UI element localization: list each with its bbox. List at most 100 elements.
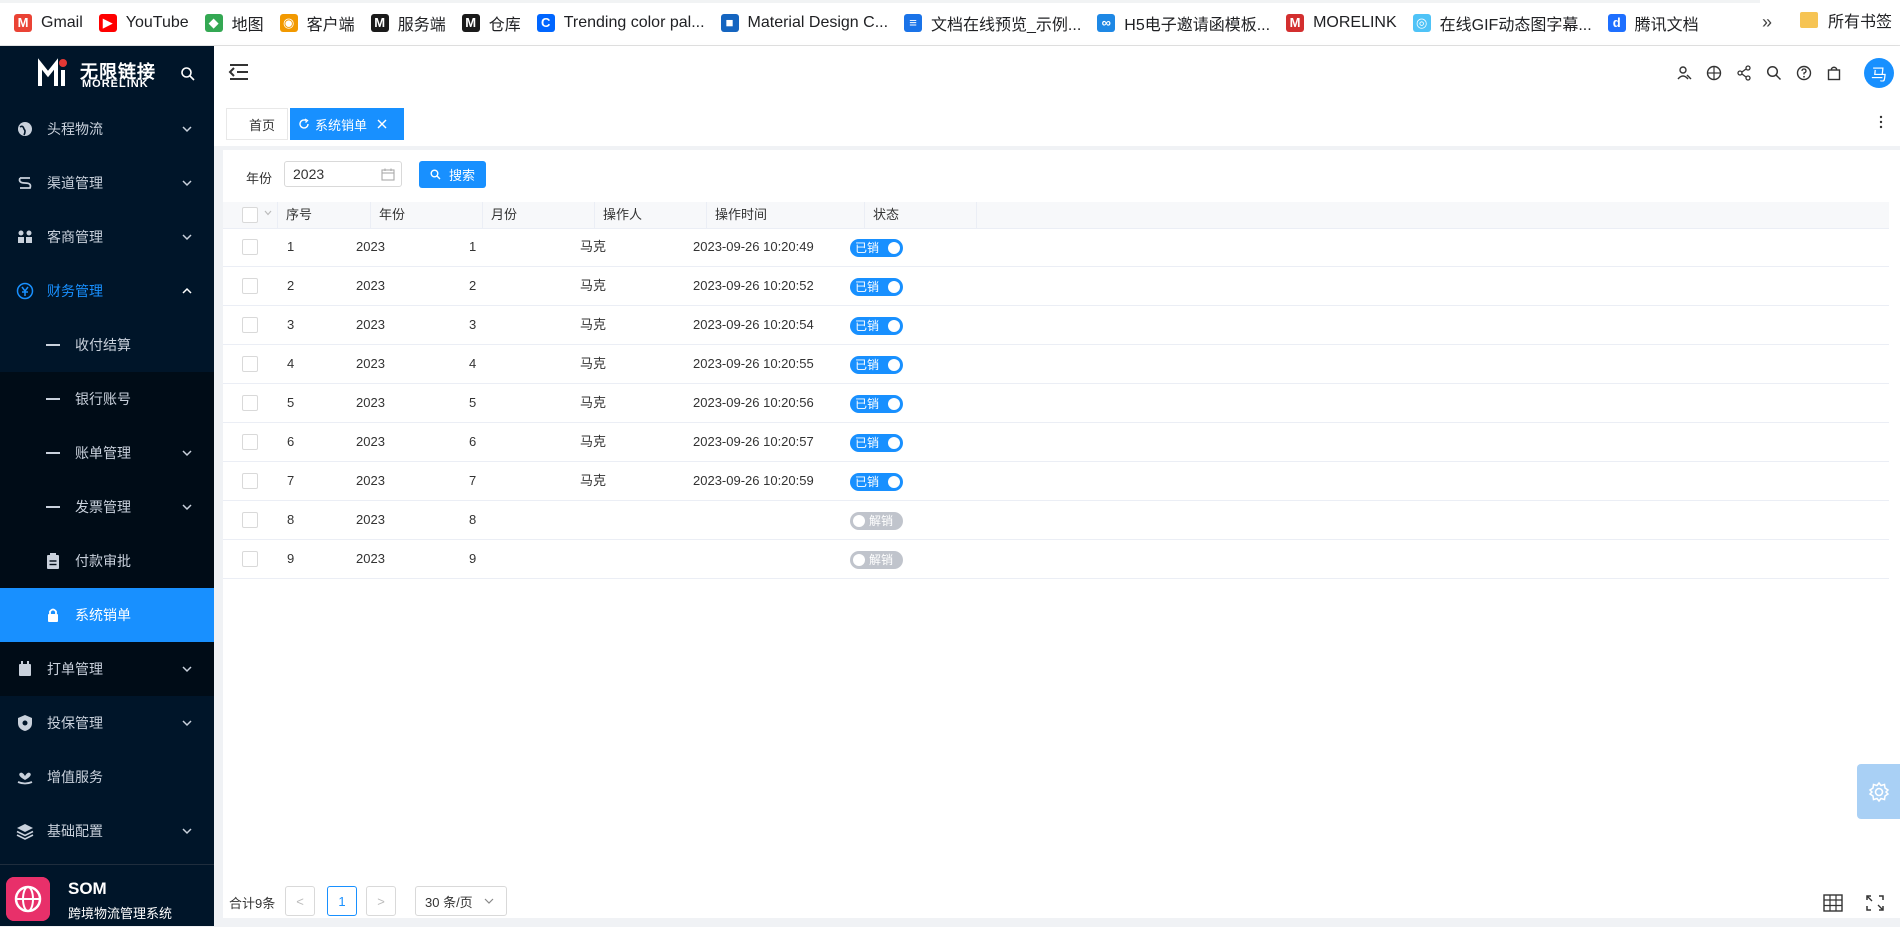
bookmark-item[interactable]: ∞ H5电子邀请函模板... bbox=[1089, 8, 1278, 38]
search-button[interactable]: 搜索 bbox=[419, 161, 486, 188]
all-bookmarks-folder[interactable]: 所有书签 bbox=[1800, 8, 1892, 32]
table-columns-icon[interactable] bbox=[1823, 894, 1843, 912]
row-checkbox[interactable] bbox=[242, 395, 258, 411]
help-icon[interactable] bbox=[1796, 65, 1812, 81]
bookmark-item[interactable]: ▶ YouTube bbox=[91, 8, 197, 38]
prev-page-button[interactable]: < bbox=[285, 886, 315, 916]
row-checkbox[interactable] bbox=[242, 551, 258, 567]
chevron-down-icon[interactable] bbox=[264, 210, 272, 216]
bookmarks-more-button[interactable]: » bbox=[1762, 12, 1772, 33]
year-picker[interactable]: 2023 bbox=[284, 161, 402, 187]
dash-icon bbox=[46, 452, 60, 454]
tab-system-writeoff[interactable]: 系统销单 bbox=[290, 108, 404, 140]
settings-float-button[interactable] bbox=[1857, 764, 1900, 819]
cell-time: 2023-09-26 10:20:49 bbox=[693, 239, 814, 254]
doc-icon: ≡ bbox=[904, 13, 923, 32]
bookmark-item[interactable]: ◆ 地图 bbox=[197, 8, 272, 38]
page-size-select[interactable]: 30 条/页 bbox=[415, 886, 507, 916]
user-switch-icon[interactable] bbox=[1676, 65, 1692, 81]
sidebar-item[interactable]: 账单管理 bbox=[0, 426, 214, 480]
cell-operator: 马克 bbox=[580, 473, 607, 488]
switch-knob bbox=[888, 320, 900, 332]
status-switch[interactable]: 已销 bbox=[850, 239, 903, 257]
more-vertical-icon[interactable] bbox=[1879, 114, 1883, 130]
sidebar-item[interactable]: 银行账号 bbox=[0, 372, 214, 426]
row-checkbox[interactable] bbox=[242, 278, 258, 294]
table-row: 7 2023 7 马克 2023-09-26 10:20:59 已销 bbox=[223, 462, 1889, 501]
cell-month: 7 bbox=[469, 473, 477, 488]
bookmark-item[interactable]: M MORELINK bbox=[1278, 8, 1405, 38]
row-checkbox[interactable] bbox=[242, 512, 258, 528]
select-all-checkbox[interactable] bbox=[242, 207, 258, 223]
sidebar-item[interactable]: 付款审批 bbox=[0, 534, 214, 588]
cell-year: 2023 bbox=[356, 239, 385, 254]
share-icon[interactable] bbox=[1736, 65, 1752, 81]
sidebar-item[interactable]: 财务管理 bbox=[0, 264, 214, 318]
row-checkbox[interactable] bbox=[242, 317, 258, 333]
status-switch[interactable]: 解销 bbox=[850, 512, 903, 530]
search-icon[interactable] bbox=[1766, 65, 1782, 81]
bookmark-item[interactable]: C Trending color pal... bbox=[529, 8, 713, 38]
row-checkbox[interactable] bbox=[242, 473, 258, 489]
status-switch[interactable]: 已销 bbox=[850, 278, 903, 296]
client-icon: ◉ bbox=[279, 13, 298, 32]
row-checkbox[interactable] bbox=[242, 239, 258, 255]
sidebar-item[interactable]: 增值服务 bbox=[0, 750, 214, 804]
app-logo[interactable]: 无限链接 MORELINK bbox=[0, 46, 214, 102]
page-1-button[interactable]: 1 bbox=[327, 886, 357, 916]
close-icon[interactable] bbox=[377, 119, 387, 129]
cell-year: 2023 bbox=[356, 551, 385, 566]
bookmark-label: 仓库 bbox=[488, 16, 521, 34]
bookmark-item[interactable]: M 仓库 bbox=[454, 8, 529, 38]
bookmark-item[interactable]: ≡ 文档在线预览_示例... bbox=[896, 8, 1089, 38]
bookmark-item[interactable]: ■ Material Design C... bbox=[713, 8, 897, 38]
status-label: 已销 bbox=[855, 436, 880, 450]
sidebar-item[interactable]: 客商管理 bbox=[0, 210, 214, 264]
status-switch[interactable]: 已销 bbox=[850, 356, 903, 374]
sidebar-item[interactable]: 收付结算 bbox=[0, 318, 214, 372]
status-switch[interactable]: 已销 bbox=[850, 317, 903, 335]
chevron-down-icon bbox=[182, 126, 192, 133]
sidebar-item-label: 投保管理 bbox=[47, 715, 103, 731]
bookmark-item[interactable]: d 腾讯文档 bbox=[1600, 8, 1707, 38]
table-row: 4 2023 4 马克 2023-09-26 10:20:55 已销 bbox=[223, 345, 1889, 384]
bookmark-item[interactable]: ◎ 在线GIF动态图字幕... bbox=[1405, 8, 1600, 38]
status-switch[interactable]: 已销 bbox=[850, 434, 903, 452]
bookmark-item[interactable]: ◉ 客户端 bbox=[272, 8, 363, 38]
sidebar-item[interactable]: 打单管理 bbox=[0, 642, 214, 696]
bag-icon[interactable] bbox=[1826, 65, 1842, 81]
cell-time: 2023-09-26 10:20:55 bbox=[693, 356, 814, 371]
sidebar-item[interactable]: 投保管理 bbox=[0, 696, 214, 750]
row-checkbox[interactable] bbox=[242, 356, 258, 372]
search-icon[interactable] bbox=[180, 66, 196, 82]
col-status: 状态 bbox=[865, 202, 977, 228]
next-page-button[interactable]: > bbox=[366, 886, 396, 916]
table-row: 2 2023 2 马克 2023-09-26 10:20:52 已销 bbox=[223, 267, 1889, 306]
sidebar-item[interactable]: 渠道管理 bbox=[0, 156, 214, 210]
heart-hand-icon bbox=[17, 772, 33, 785]
refresh-icon[interactable] bbox=[298, 118, 310, 130]
cell-operator: 马克 bbox=[580, 278, 607, 293]
sidebar-item[interactable]: 发票管理 bbox=[0, 480, 214, 534]
status-switch[interactable]: 解销 bbox=[850, 551, 903, 569]
sidebar-item[interactable]: 头程物流 bbox=[0, 102, 214, 156]
sidebar: 无限链接 MORELINK 头程物流渠道管理客商管理 财务管理 收付结算 银行账号 账单… bbox=[0, 46, 214, 926]
tab-home[interactable]: 首页 bbox=[226, 108, 288, 140]
sidebar-item[interactable]: 系统销单 bbox=[0, 588, 214, 642]
globe-language-icon[interactable] bbox=[1706, 65, 1722, 81]
row-checkbox[interactable] bbox=[242, 434, 258, 450]
fullscreen-icon[interactable] bbox=[1865, 894, 1885, 912]
bookmark-label: Trending color pal... bbox=[563, 13, 705, 31]
user-avatar[interactable]: 马 bbox=[1864, 58, 1894, 88]
menu-fold-icon[interactable] bbox=[228, 62, 250, 82]
bookmark-item[interactable]: M Gmail bbox=[6, 8, 91, 38]
status-switch[interactable]: 已销 bbox=[850, 473, 903, 491]
sidebar-item[interactable]: 基础配置 bbox=[0, 804, 214, 858]
search-form: 年份 2023 搜索 bbox=[223, 150, 1900, 202]
cell-time: 2023-09-26 10:20:56 bbox=[693, 395, 814, 410]
sidebar-item-label: 基础配置 bbox=[47, 823, 103, 839]
status-switch[interactable]: 已销 bbox=[850, 395, 903, 413]
sidebar-item-label: 渠道管理 bbox=[47, 175, 103, 191]
h5-icon: ∞ bbox=[1097, 13, 1116, 32]
bookmark-item[interactable]: M 服务端 bbox=[363, 8, 454, 38]
